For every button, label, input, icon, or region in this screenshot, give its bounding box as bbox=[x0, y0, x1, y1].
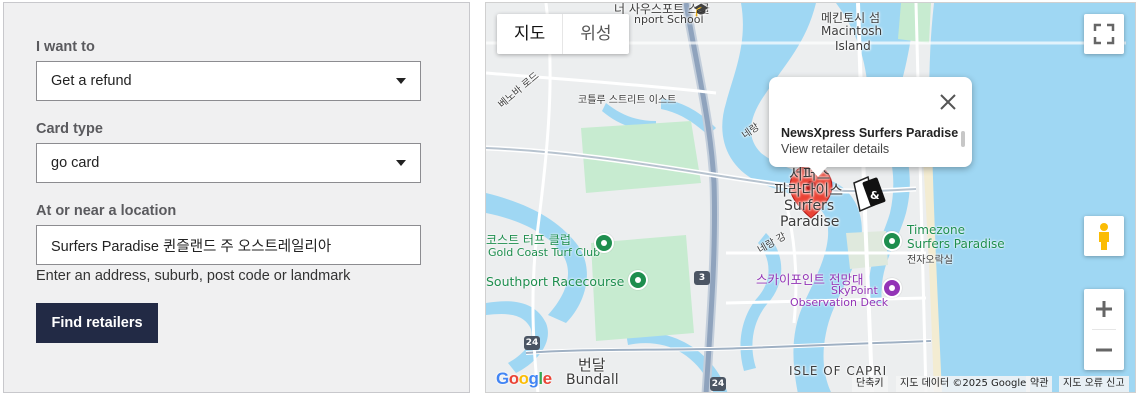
label-surfers-en1: Surfers bbox=[784, 198, 835, 214]
route-3-shield: 3 bbox=[694, 271, 710, 285]
report-map-error-link[interactable]: 지도 오류 신고 bbox=[1059, 376, 1129, 392]
map-data-attribution: 지도 데이터 ©2025 Google bbox=[896, 376, 1031, 392]
label-racecourse: Southport Racecourse bbox=[486, 274, 625, 289]
label-timezone2: Surfers Paradise bbox=[907, 237, 1005, 251]
terms-link[interactable]: 약관 bbox=[1026, 376, 1053, 392]
want-select-value: Get a refund bbox=[51, 73, 132, 89]
map-type-map-button[interactable]: 지도 bbox=[497, 14, 562, 54]
location-hint: Enter an address, suburb, post code or l… bbox=[36, 268, 351, 284]
label-timezone1: Timezone bbox=[907, 223, 965, 237]
location-input[interactable] bbox=[36, 225, 421, 265]
zoom-out-button[interactable] bbox=[1084, 330, 1124, 370]
pegman-icon bbox=[1099, 223, 1109, 250]
turf-club-pin-icon[interactable] bbox=[594, 233, 614, 253]
chevron-down-icon bbox=[396, 78, 406, 84]
label-macintosh-en1: Macintosh bbox=[821, 24, 883, 38]
map-type-satellite-button[interactable]: 위성 bbox=[562, 14, 628, 54]
retailer-name: NewsXpress Surfers Paradise bbox=[781, 126, 959, 140]
keyboard-shortcuts-link[interactable]: 단축키 bbox=[852, 376, 888, 392]
retailer-search-form: I want to Get a refund Card type go card… bbox=[3, 2, 470, 393]
label-macintosh-en2: Island bbox=[835, 39, 871, 53]
label-surfers-ko2: 파라다이스 bbox=[774, 181, 844, 199]
label-coastal-street: 코틀루 스트리트 이스트 bbox=[578, 95, 677, 106]
skypoint-pin-icon[interactable] bbox=[882, 278, 902, 298]
fullscreen-button[interactable] bbox=[1084, 14, 1124, 54]
google-logo: Google bbox=[496, 369, 552, 388]
find-retailers-button[interactable]: Find retailers bbox=[36, 303, 158, 343]
info-window-scrollbar[interactable] bbox=[961, 131, 965, 147]
fullscreen-icon bbox=[1093, 23, 1115, 45]
label-surfers-en2: Paradise bbox=[780, 214, 840, 230]
label-skypoint-en2: Observation Deck bbox=[790, 296, 889, 309]
route-24-shield-b: 24 bbox=[710, 377, 726, 391]
label-turf-en: Gold Coast Turf Club bbox=[488, 246, 601, 259]
minus-icon bbox=[1096, 348, 1112, 352]
chevron-down-icon bbox=[396, 160, 406, 166]
street-view-button[interactable] bbox=[1084, 216, 1124, 256]
card-type-label: Card type bbox=[36, 121, 103, 137]
want-label: I want to bbox=[36, 39, 95, 55]
school-icon: 🎓 bbox=[693, 3, 710, 18]
map-type-control: 지도 위성 bbox=[497, 14, 629, 54]
racecourse-pin-icon[interactable] bbox=[628, 270, 648, 290]
close-icon[interactable] bbox=[937, 91, 959, 113]
card-type-select[interactable]: go card bbox=[36, 143, 421, 183]
retailer-info-window: NewsXpress Surfers Paradise View retaile… bbox=[769, 77, 972, 177]
timezone-pin-icon[interactable] bbox=[882, 231, 902, 251]
want-select[interactable]: Get a refund bbox=[36, 61, 421, 101]
plus-icon bbox=[1096, 301, 1112, 317]
svg-text:&: & bbox=[870, 189, 880, 202]
view-retailer-details-link[interactable]: View retailer details bbox=[781, 142, 889, 156]
zoom-control bbox=[1084, 289, 1124, 370]
location-label: At or near a location bbox=[36, 203, 177, 219]
zoom-in-button[interactable] bbox=[1084, 289, 1124, 329]
route-24-shield-a: 24 bbox=[524, 336, 540, 350]
label-bundall-en: Bundall bbox=[566, 372, 619, 388]
card-type-select-value: go card bbox=[51, 155, 100, 171]
label-timezone-ko: 전자오락실 bbox=[907, 255, 953, 266]
retailer-map[interactable]: & 너 사우스포트 스쿨 nport School 🎓 메킨토시 섬 Macin… bbox=[485, 2, 1136, 393]
